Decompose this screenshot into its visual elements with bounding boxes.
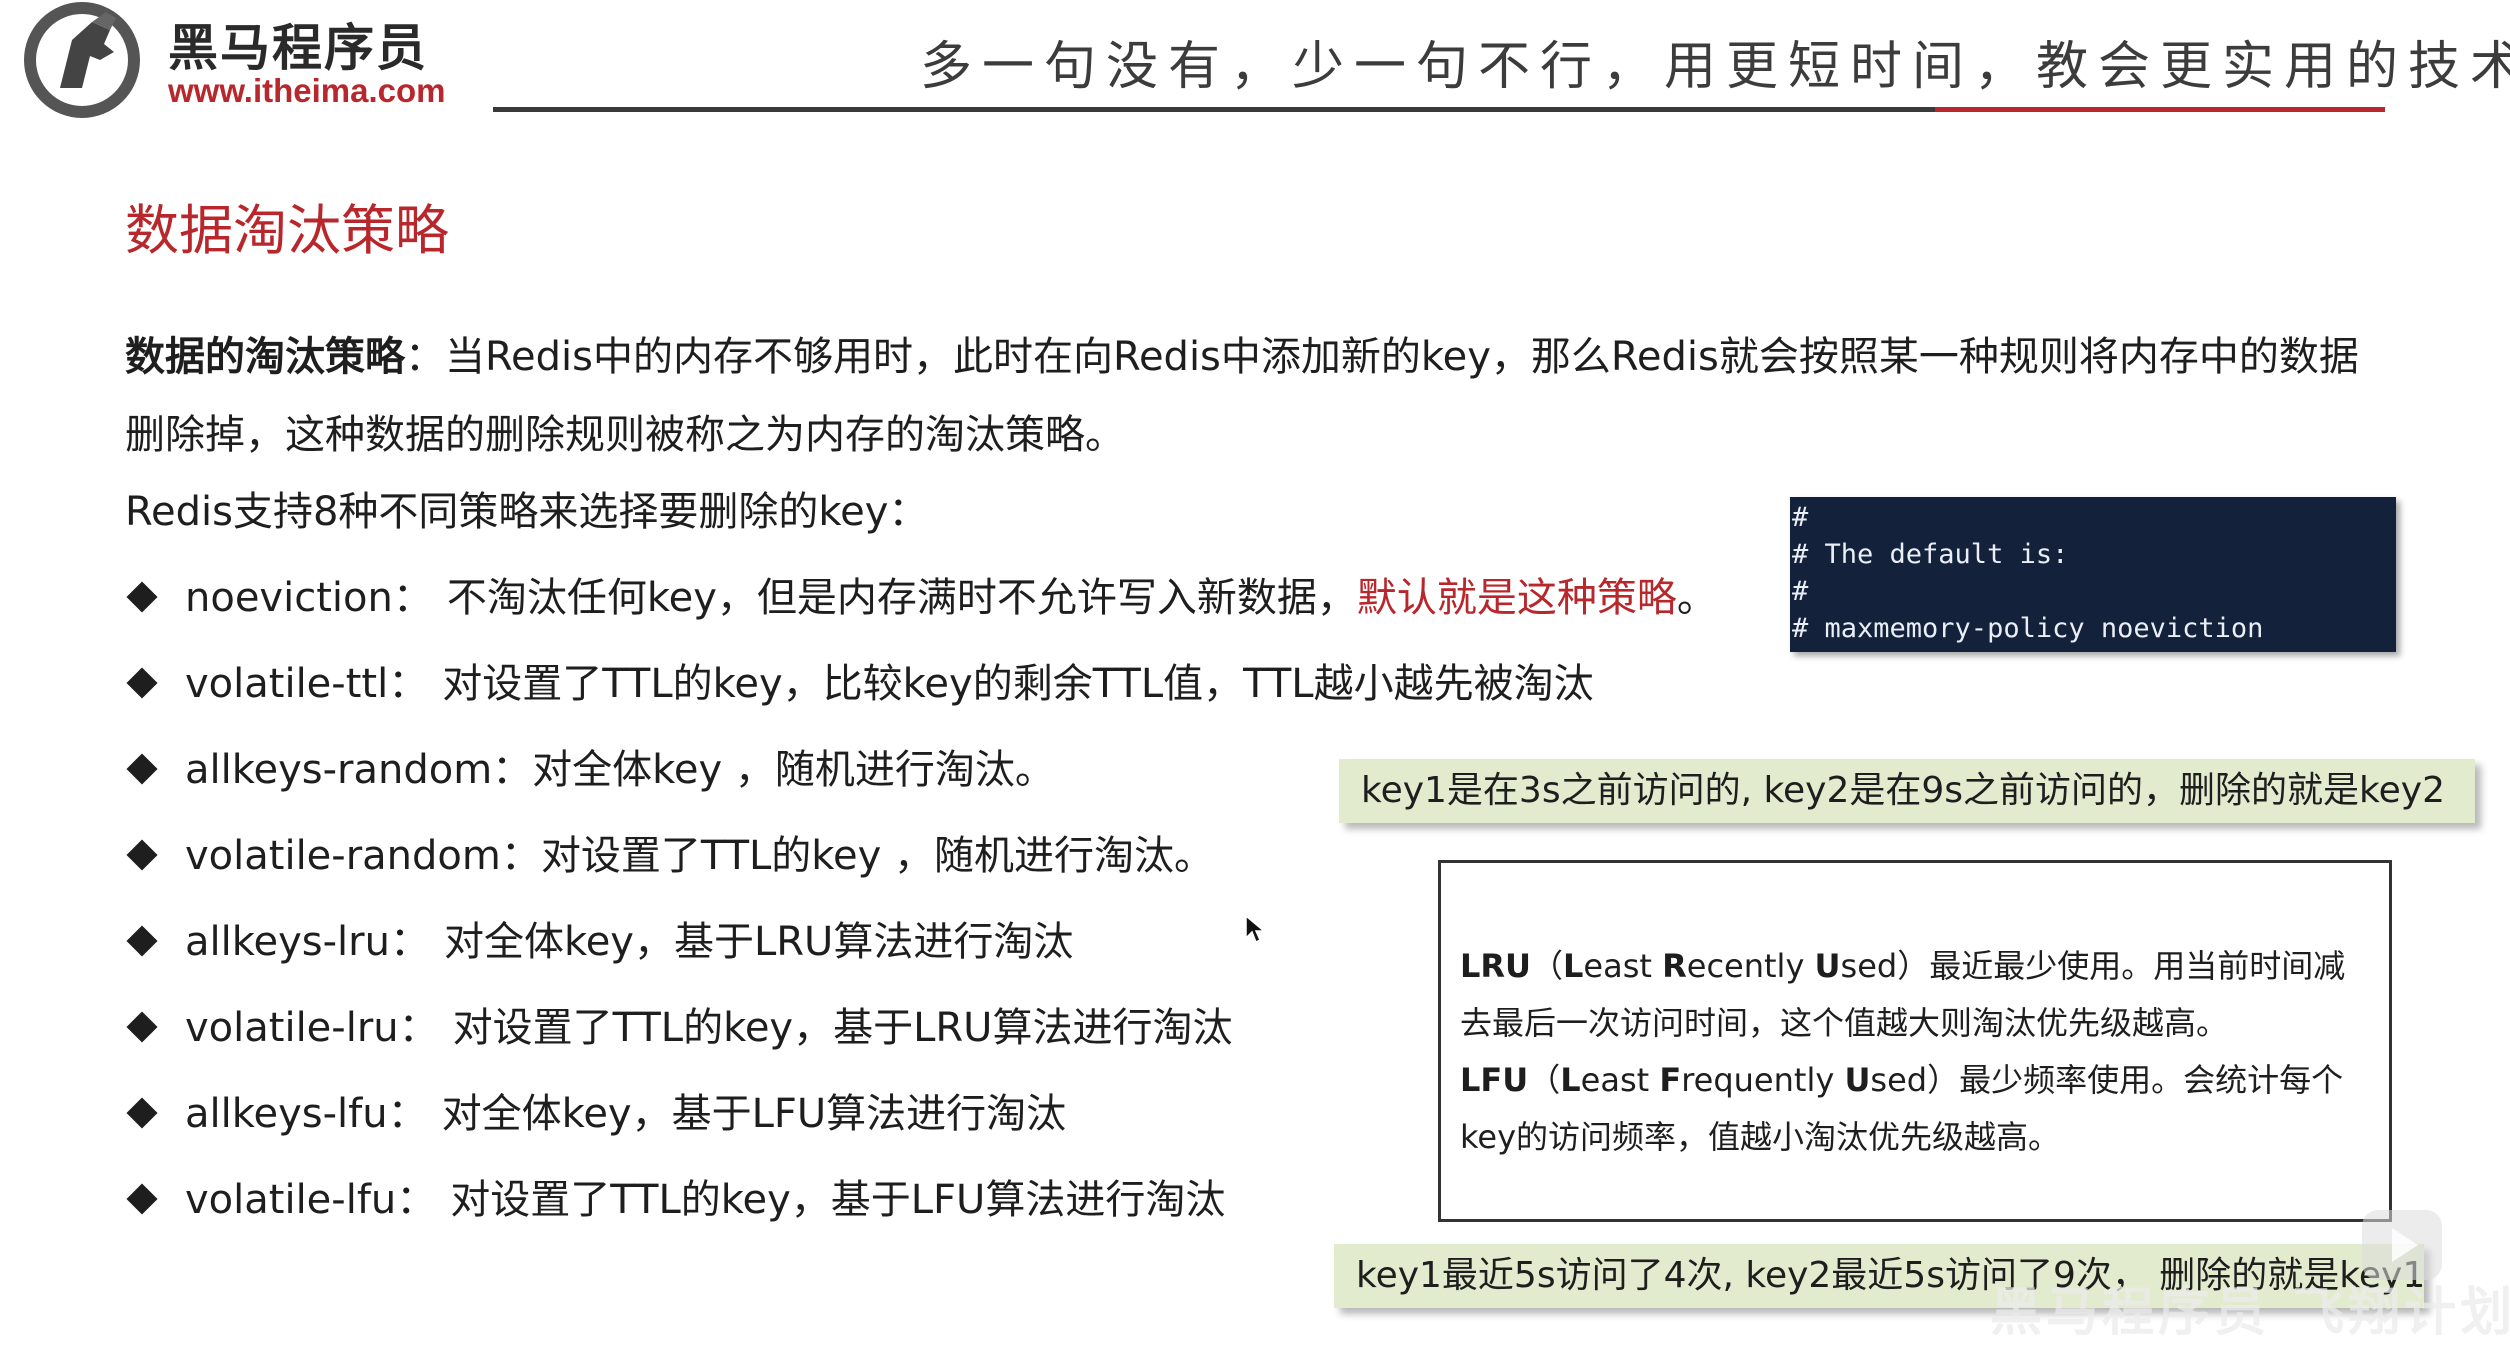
paren-open: （ xyxy=(1531,947,1564,985)
policy-desc: 对全体key ，随机进行淘汰。 xyxy=(532,747,1055,793)
word-rest: sed xyxy=(1840,947,1898,985)
initial-letter: R xyxy=(1662,947,1687,985)
algorithm-explanation-box: LRU（Least Recently Used）最近最少使用。用当前时间减去最后… xyxy=(1438,860,2392,1222)
lru-example-note: key1是在3s之前访问的, key2是在9s之前访问的，删除的就是key2 xyxy=(1339,759,2475,823)
policy-desc: 不淘汰任何key，但是内存满时不允许写入新数据， xyxy=(446,575,1357,621)
intro-text: ：当Redis中的内存不够用时，此时在向Redis中添加新的key，那么Redi… xyxy=(125,334,2359,458)
paren-open: （ xyxy=(1528,1061,1561,1099)
word-rest: east xyxy=(1580,1061,1660,1099)
initial-letter: F xyxy=(1659,1061,1682,1099)
diamond-bullet-icon xyxy=(126,925,158,957)
mouse-pointer-icon xyxy=(1245,914,1266,944)
policy-desc: 对设置了TTL的key ，随机进行淘汰。 xyxy=(540,833,1215,879)
diamond-bullet-icon xyxy=(126,1011,158,1043)
policy-tail: 。 xyxy=(1676,575,1717,621)
header-divider-accent xyxy=(1935,107,2385,112)
code-line: # xyxy=(1792,576,1809,607)
policy-desc: 对设置了TTL的key，基于LFU算法进行淘汰 xyxy=(450,1177,1226,1223)
page-title: 数据淘汰策略 xyxy=(125,199,449,262)
brand-url: www.itheima.com xyxy=(168,72,446,109)
diamond-bullet-icon xyxy=(126,667,158,699)
initial-letter: L xyxy=(1563,947,1584,985)
diamond-bullet-icon xyxy=(126,753,158,785)
list-item: volatile-ttl： 对设置了TTL的key，比较key的剩余TTL值，TT… xyxy=(125,654,1717,740)
policy-name: allkeys-random： xyxy=(185,747,533,793)
lru-abbr: LRU xyxy=(1460,947,1532,985)
policy-name: volatile-random： xyxy=(185,833,541,879)
diamond-bullet-icon xyxy=(126,839,158,871)
lfu-definition: LFU（Least Frequently Used）最少频率使用。会统计每个ke… xyxy=(1460,1052,2371,1166)
policy-name: noeviction： xyxy=(185,575,433,621)
policy-name: volatile-lru： xyxy=(185,1005,439,1051)
header-divider xyxy=(493,107,1935,112)
lfu-abbr: LFU xyxy=(1460,1061,1529,1099)
intro-paragraph: 数据的淘汰策略：当Redis中的内存不够用时，此时在向Redis中添加新的key… xyxy=(125,318,2365,474)
code-line: # maxmemory-policy noeviction xyxy=(1792,613,2264,644)
code-line: # xyxy=(1792,502,1809,533)
brand-name: 黑马程序员 xyxy=(168,19,428,77)
policy-desc: 对全体key，基于LFU算法进行淘汰 xyxy=(441,1091,1067,1137)
intro-term: 数据的淘汰策略 xyxy=(125,334,405,380)
word-rest: sed xyxy=(1870,1061,1928,1099)
initial-letter: U xyxy=(1814,947,1841,985)
diamond-bullet-icon xyxy=(126,1097,158,1129)
lru-definition: LRU（Least Recently Used）最近最少使用。用当前时间减去最后… xyxy=(1460,938,2371,1052)
policy-desc: 对设置了TTL的key，基于LRU算法进行淘汰 xyxy=(452,1005,1233,1051)
diamond-bullet-icon xyxy=(126,1183,158,1215)
policy-name: volatile-lfu： xyxy=(185,1177,437,1223)
paren-close: ） xyxy=(1927,1061,1960,1099)
policy-name: allkeys-lfu： xyxy=(185,1091,428,1137)
video-watermark: 黑马程序员 飞翔计划 xyxy=(1990,1283,2510,1343)
initial-letter: U xyxy=(1844,1061,1871,1099)
diamond-bullet-icon xyxy=(126,581,158,613)
brand-logo: 黑马程序员 www.itheima.com xyxy=(20,0,460,120)
policy-name: volatile-ttl： xyxy=(185,661,429,707)
policy-desc: 对设置了TTL的key，比较key的剩余TTL值，TTL越小越先被淘汰 xyxy=(442,661,1594,707)
paren-close: ） xyxy=(1897,947,1930,985)
horse-logo-icon xyxy=(24,2,140,118)
policy-desc: 对全体key，基于LRU算法进行淘汰 xyxy=(443,919,1074,965)
word-rest: requently xyxy=(1681,1061,1845,1099)
word-rest: east xyxy=(1583,947,1663,985)
initial-letter: L xyxy=(1560,1061,1581,1099)
word-rest: ecently xyxy=(1686,947,1815,985)
list-item: noeviction： 不淘汰任何key，但是内存满时不允许写入新数据，默认就是这… xyxy=(125,568,1717,654)
header-slogan: 多一句没有，少一句不行，用更短时间，教会更实用的技术！ xyxy=(920,37,2510,97)
support-text: Redis支持8种不同策略来选择要删除的key： xyxy=(125,489,929,535)
config-code-block: # # The default is: # # maxmemory-policy… xyxy=(1790,497,2396,652)
code-line: # The default is: xyxy=(1792,539,2069,570)
policy-highlight: 默认就是这种策略 xyxy=(1356,575,1677,621)
policy-name: allkeys-lru： xyxy=(185,919,430,965)
